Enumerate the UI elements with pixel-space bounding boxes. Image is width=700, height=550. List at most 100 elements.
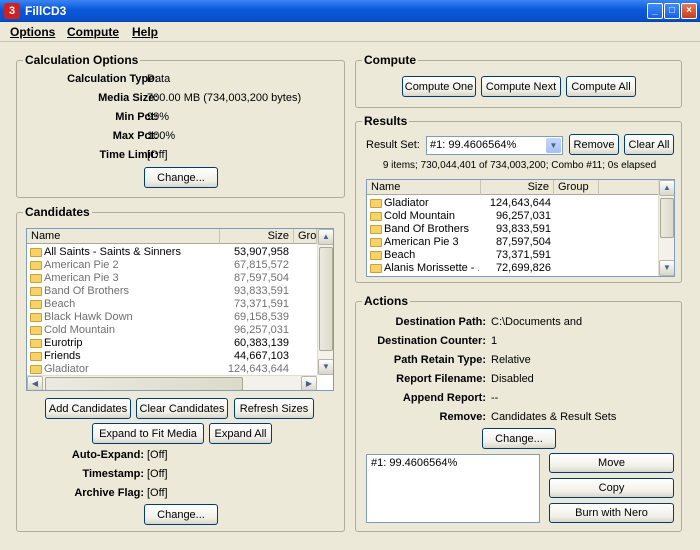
candidate-row[interactable]: Band Of Brothers 93,833,591 (27, 285, 317, 298)
candidate-row[interactable]: Cold Mountain 96,257,031 (27, 324, 317, 337)
folder-icon (370, 212, 382, 221)
menu-help[interactable]: Help (132, 25, 158, 39)
auto-expand-value: [Off] (147, 449, 168, 461)
append-report-label: Append Report: (402, 392, 486, 404)
minimize-button[interactable]: _ (647, 3, 663, 19)
col-name[interactable]: Name (27, 229, 220, 244)
result-log-text: #1: 99.4606564% (371, 457, 458, 469)
candidates-legend: Candidates (23, 205, 92, 219)
result-name: Alanis Morissette - ... (384, 262, 479, 274)
folder-icon (370, 199, 382, 208)
results-list[interactable]: Name Size Group Gladiator 124,643,644 Cold… (366, 179, 675, 277)
scroll-right-icon[interactable]: ▶ (301, 376, 317, 390)
col-group[interactable]: Gro (294, 229, 317, 244)
results-list-header: Name Size Group (367, 180, 659, 195)
expand-to-fit-button[interactable]: Expand to Fit Media (92, 423, 204, 444)
candidate-row[interactable]: Beach 73,371,591 (27, 298, 317, 311)
burn-with-nero-button[interactable]: Burn with Nero (549, 503, 674, 523)
result-row[interactable]: Gladiator 124,643,644 (367, 197, 657, 210)
scroll-thumb[interactable] (319, 247, 333, 351)
remove-option-label: Remove: (439, 411, 486, 423)
actions-group: Actions Destination Path: C:\Documents a… (355, 294, 682, 532)
menu-compute[interactable]: Compute (67, 25, 119, 39)
results-scroll-thumb[interactable] (660, 198, 674, 238)
results-scroll-up-icon[interactable]: ▲ (659, 180, 674, 196)
candidate-row[interactable]: Black Hawk Down 69,158,539 (27, 311, 317, 324)
results-group: Results Result Set: #1: 99.4606564% ▼ Re… (355, 114, 682, 283)
results-vertical-scrollbar[interactable]: ▲ ▼ (658, 180, 674, 276)
compute-next-button[interactable]: Compute Next (481, 76, 561, 97)
item-size: 60,383,139 (233, 337, 289, 349)
remove-result-button[interactable]: Remove (569, 134, 619, 155)
candidates-change-button[interactable]: Change... (144, 504, 218, 525)
media-size-label: Media Size: (98, 92, 158, 104)
auto-expand-label: Auto-Expand: (71, 449, 144, 461)
results-col-name[interactable]: Name (367, 180, 481, 195)
report-filename-label: Report Filename: (396, 373, 486, 385)
add-candidates-button[interactable]: Add Candidates (45, 398, 131, 419)
clear-all-button[interactable]: Clear All (624, 134, 674, 155)
candidate-row[interactable]: Eurotrip 60,383,139 (27, 337, 317, 350)
candidates-list[interactable]: Name Size Gro All Saints - Saints & Sinn… (26, 228, 334, 391)
app-logo-icon: 3 (4, 3, 20, 19)
candidate-row[interactable]: Friends 44,667,103 (27, 350, 317, 363)
item-size: 67,815,572 (233, 259, 289, 271)
result-log-textbox[interactable]: #1: 99.4606564% (366, 454, 540, 523)
timestamp-value: [Off] (147, 468, 168, 480)
folder-icon (30, 261, 42, 270)
destination-path-label: Destination Path: (395, 316, 486, 328)
actions-legend: Actions (362, 294, 411, 308)
max-pct-value: 100% (147, 130, 176, 142)
results-col-group[interactable]: Group (554, 180, 599, 195)
calc-change-button[interactable]: Change... (144, 167, 218, 188)
copy-button[interactable]: Copy (549, 478, 674, 498)
archive-flag-value: [Off] (147, 487, 168, 499)
candidates-group: Candidates Name Size Gro All Saints - Sa… (16, 205, 345, 532)
results-scroll-down-icon[interactable]: ▼ (659, 260, 674, 276)
path-retain-type-label: Path Retain Type: (393, 354, 486, 366)
maximize-button[interactable]: □ (664, 3, 680, 19)
hscroll-thumb[interactable] (45, 377, 243, 390)
result-row[interactable]: Band Of Brothers 93,833,591 (367, 223, 657, 236)
refresh-sizes-button[interactable]: Refresh Sizes (234, 398, 314, 419)
candidates-list-header: Name Size Gro (27, 229, 317, 244)
compute-all-button[interactable]: Compute All (566, 76, 636, 97)
compute-one-button[interactable]: Compute One (402, 76, 476, 97)
close-button[interactable]: × (681, 3, 697, 19)
scroll-down-icon[interactable]: ▼ (318, 359, 333, 375)
candidates-vertical-scrollbar[interactable]: ▲ ▼ (317, 229, 333, 375)
result-row[interactable]: Alanis Morissette - ... 72,699,826 (367, 262, 657, 275)
candidate-row[interactable]: All Saints - Saints & Sinners 53,907,958 (27, 246, 317, 259)
result-set-value: #1: 99.4606564% (430, 139, 517, 151)
actions-change-button[interactable]: Change... (482, 428, 556, 449)
item-size: 124,643,644 (227, 363, 289, 375)
candidate-row[interactable]: American Pie 3 87,597,504 (27, 272, 317, 285)
candidate-name: All Saints - Saints & Sinners (44, 246, 181, 258)
result-row[interactable]: Beach 73,371,591 (367, 249, 657, 262)
candidate-name: Eurotrip (44, 337, 83, 349)
window-title: FillCD3 (25, 4, 67, 18)
candidates-horizontal-scrollbar[interactable]: ◀ ▶ (27, 375, 317, 390)
scroll-up-icon[interactable]: ▲ (318, 229, 333, 245)
clear-candidates-button[interactable]: Clear Candidates (136, 398, 228, 419)
results-legend: Results (362, 114, 410, 128)
results-col-size[interactable]: Size (481, 180, 554, 195)
col-size[interactable]: Size (220, 229, 294, 244)
compute-group: Compute Compute One Compute Next Compute… (355, 53, 682, 108)
folder-icon (370, 225, 382, 234)
item-size: 44,667,103 (233, 350, 289, 362)
candidate-name: Cold Mountain (44, 324, 115, 336)
move-button[interactable]: Move (549, 453, 674, 473)
scroll-left-icon[interactable]: ◀ (27, 376, 43, 390)
candidate-row[interactable]: American Pie 2 67,815,572 (27, 259, 317, 272)
max-pct-label: Max Pct: (112, 130, 158, 142)
result-set-dropdown[interactable]: #1: 99.4606564% ▼ (426, 136, 563, 155)
chevron-down-icon[interactable]: ▼ (546, 138, 561, 153)
candidate-name: Beach (44, 298, 76, 310)
folder-icon (30, 365, 42, 374)
result-row[interactable]: Cold Mountain 96,257,031 (367, 210, 657, 223)
menu-options[interactable]: Options (10, 25, 55, 39)
expand-all-button[interactable]: Expand All (209, 423, 272, 444)
candidate-name: American Pie 3 (44, 272, 119, 284)
result-row[interactable]: American Pie 3 87,597,504 (367, 236, 657, 249)
